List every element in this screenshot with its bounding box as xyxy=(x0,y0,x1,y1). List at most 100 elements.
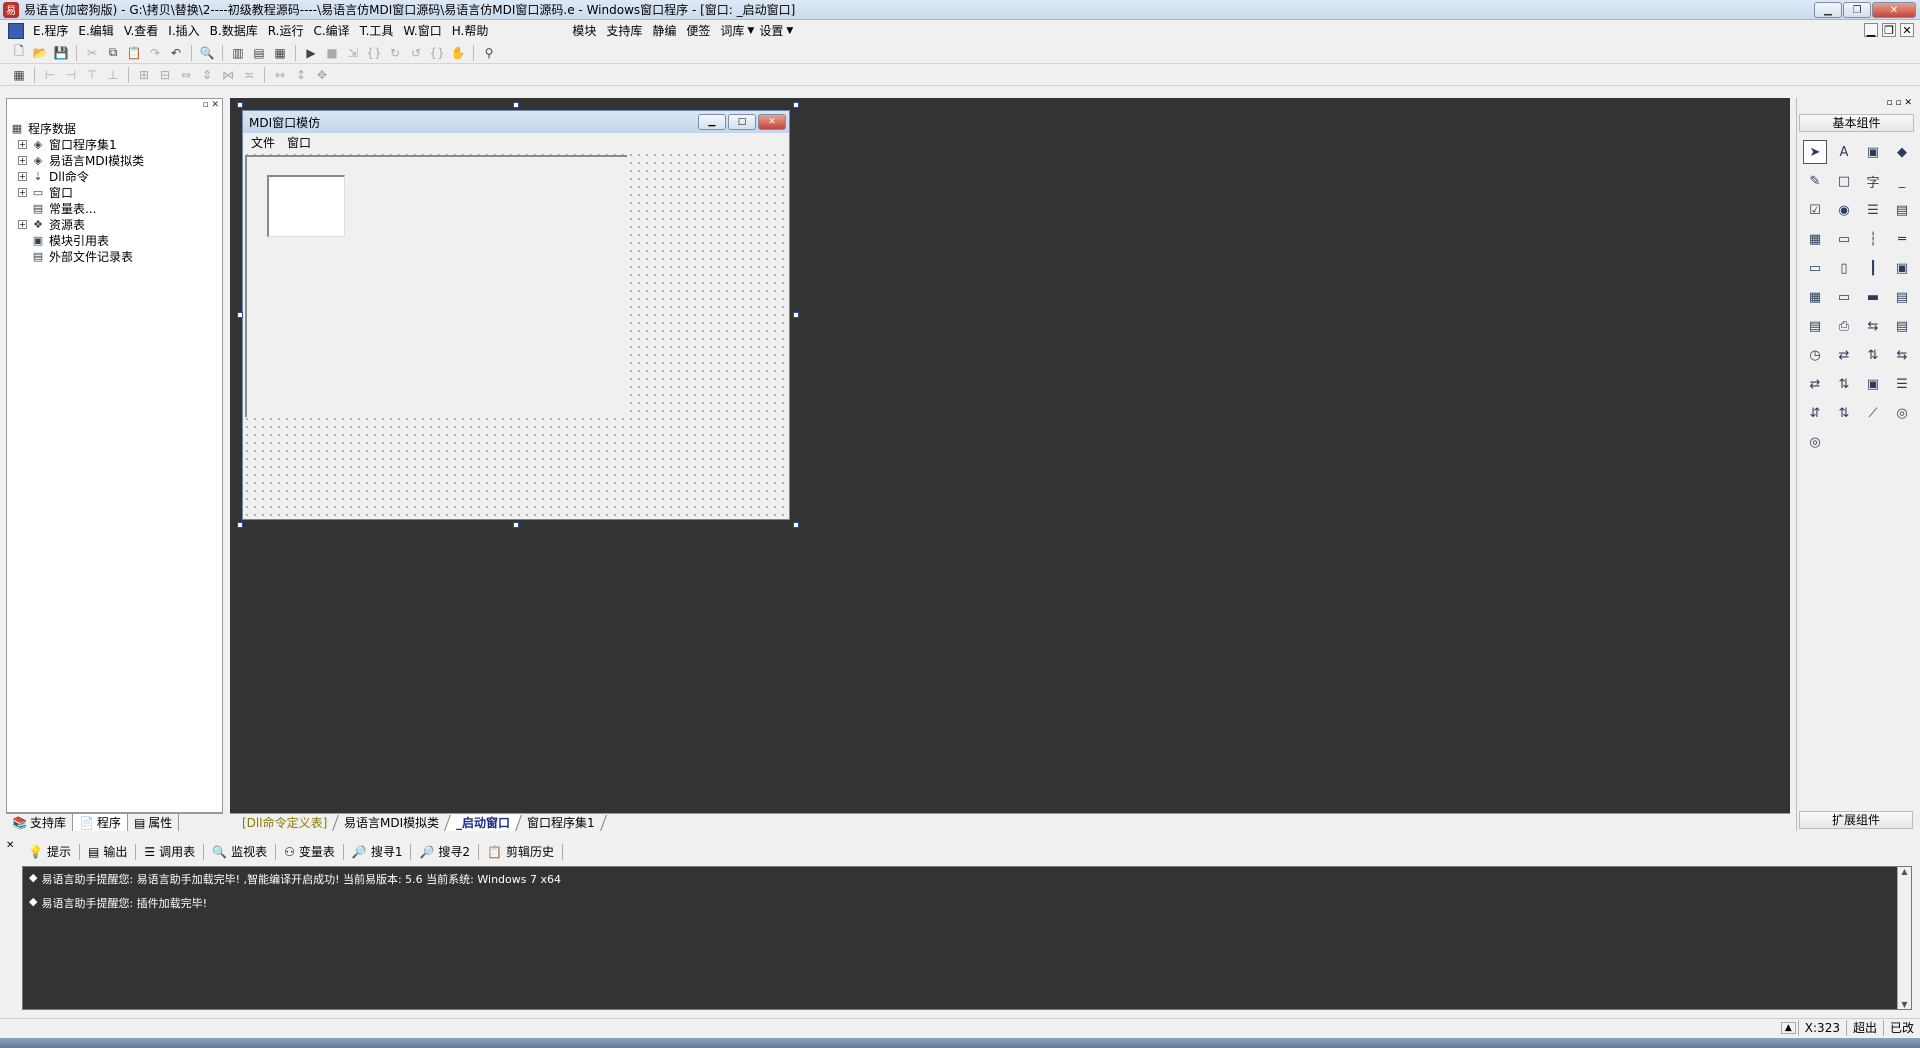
resize-handle[interactable] xyxy=(237,522,243,528)
restore-button[interactable]: ❐ xyxy=(1843,2,1871,18)
resize-handle[interactable] xyxy=(513,102,519,108)
basic-components-header[interactable]: 基本组件 xyxy=(1799,114,1914,132)
component-panel-controls[interactable]: ▫ ▫ ✕ xyxy=(1797,98,1916,110)
form-minimize-button[interactable]: ▁ xyxy=(698,114,726,130)
combobox-icon[interactable]: ▤ xyxy=(1890,198,1914,222)
form-menu-window[interactable]: 窗口 xyxy=(287,134,311,151)
tab-program[interactable]: 📄 程序 xyxy=(72,814,128,831)
tree-expand-icon[interactable]: + xyxy=(18,187,27,197)
tree-item[interactable]: ▤ 常量表... xyxy=(10,200,144,216)
form-title-bar[interactable]: MDI窗口模仿 ▁ □ ✕ xyxy=(243,111,789,133)
cut-icon[interactable]: ✂ xyxy=(83,44,101,62)
tab-hints[interactable]: 💡 提示 xyxy=(20,844,80,860)
close-button[interactable]: ✕ xyxy=(1872,2,1916,18)
form-icon[interactable]: ▣ xyxy=(1861,372,1885,396)
space-v-icon[interactable]: ≍ xyxy=(240,66,258,84)
grid-icon[interactable]: ▦ xyxy=(1803,227,1827,251)
resize-handle[interactable] xyxy=(237,312,243,318)
menu-module[interactable]: 模块 xyxy=(567,21,601,41)
resize-handle[interactable] xyxy=(793,522,799,528)
edit-icon[interactable]: ✎ xyxy=(1803,169,1827,193)
tab-properties[interactable]: ▤ 属性 xyxy=(128,814,180,831)
minimize-button[interactable]: ▁ xyxy=(1814,2,1842,18)
calendar-icon[interactable]: ▦ xyxy=(1803,285,1827,309)
size-both-icon[interactable]: ✥ xyxy=(313,66,331,84)
scroll-up-icon[interactable]: ▲ xyxy=(1901,867,1907,876)
menu-compile[interactable]: C.编译 xyxy=(308,21,354,41)
tab-search1[interactable]: 🔎 搜寻1 xyxy=(344,844,412,860)
mdi-close-icon[interactable]: ✕ xyxy=(1900,23,1914,37)
checkbox-icon[interactable]: ☑ xyxy=(1803,198,1827,222)
menu-settings[interactable]: 设置 xyxy=(754,21,788,41)
tab-clip-history[interactable]: 📋 剪辑历史 xyxy=(479,844,564,860)
output-console[interactable]: ◆ 易语言助手提醒您: 易语言助手加载完毕! ,智能编译开启成功! 当前易版本: … xyxy=(22,866,1912,1010)
doc-icon[interactable]: ▤ xyxy=(1890,285,1914,309)
menu-support-lib[interactable]: 支持库 xyxy=(601,21,647,41)
grid-toggle-icon[interactable]: ▦ xyxy=(10,66,28,84)
form-maximize-button[interactable]: □ xyxy=(728,114,756,130)
tab-call-stack[interactable]: ☰ 调用表 xyxy=(136,844,205,860)
frame-icon[interactable]: □ xyxy=(1832,169,1856,193)
tab-icon[interactable]: ▭ xyxy=(1803,256,1827,280)
client-icon[interactable]: ⇄ xyxy=(1803,372,1827,396)
step-over-icon[interactable]: {} xyxy=(365,44,383,62)
find-icon[interactable]: 🔍 xyxy=(198,44,216,62)
menu-tools[interactable]: T.工具 xyxy=(355,21,399,41)
center-v-icon[interactable]: ⊟ xyxy=(156,66,174,84)
menu-static-compile[interactable]: 静编 xyxy=(647,21,681,41)
align-right-icon[interactable]: ⊣ xyxy=(62,66,80,84)
panel-icon[interactable]: ▯ xyxy=(1832,256,1856,280)
center-h-icon[interactable]: ⊞ xyxy=(135,66,153,84)
slider-icon[interactable]: ┃ xyxy=(1861,256,1885,280)
binoculars-icon[interactable]: ⚲ xyxy=(480,44,498,62)
tab-startup-window[interactable]: _启动窗口 xyxy=(445,814,523,831)
menu-help[interactable]: H.帮助 xyxy=(447,21,494,41)
tree-item[interactable]: ▤ 外部文件记录表 xyxy=(10,248,144,264)
menu-database[interactable]: B.数据库 xyxy=(205,21,263,41)
step-out-icon[interactable]: ↻ xyxy=(386,44,404,62)
tab-output[interactable]: ▤ 输出 xyxy=(80,844,137,860)
transfer-icon[interactable]: ⇄ xyxy=(1832,343,1856,367)
layout2-icon[interactable]: ▤ xyxy=(250,44,268,62)
resize-handle[interactable] xyxy=(513,522,519,528)
step-into-icon[interactable]: ⇲ xyxy=(344,44,362,62)
listbox-icon[interactable]: ☰ xyxy=(1861,198,1885,222)
run-icon[interactable]: ▶ xyxy=(302,44,320,62)
pointer-icon[interactable]: ➤ xyxy=(1803,140,1827,164)
data-icon[interactable]: ⇵ xyxy=(1803,401,1827,425)
radio-icon[interactable]: ◉ xyxy=(1832,198,1856,222)
button-icon[interactable]: ▭ xyxy=(1832,285,1856,309)
layout1-icon[interactable]: ▥ xyxy=(229,44,247,62)
project-panel-controls[interactable]: ▫ ✕ xyxy=(6,100,223,112)
menu-lexicon[interactable]: 词库 xyxy=(715,21,749,41)
tree-expand-icon[interactable]: + xyxy=(18,171,27,181)
tree-item[interactable]: ▣ 模块引用表 xyxy=(10,232,144,248)
menu-view[interactable]: V.查看 xyxy=(119,21,163,41)
form-close-button[interactable]: ✕ xyxy=(758,114,786,130)
settings-dropdown-icon[interactable]: ▼ xyxy=(786,26,793,36)
statusbar-icon[interactable]: ▤ xyxy=(1890,314,1914,338)
folder-icon[interactable]: ▬ xyxy=(1861,285,1885,309)
label-icon[interactable]: A xyxy=(1832,140,1856,164)
tree-item[interactable]: + ▭ 窗口 xyxy=(10,184,144,200)
server-icon[interactable]: ⇅ xyxy=(1832,372,1856,396)
undo-icon[interactable]: ↶ xyxy=(167,44,185,62)
menu-logo-icon[interactable] xyxy=(8,23,24,39)
same-height-icon[interactable]: ⇕ xyxy=(198,66,216,84)
odbc2-icon[interactable]: ◎ xyxy=(1803,430,1827,454)
output-scrollbar[interactable]: ▲ ▼ xyxy=(1897,867,1911,1009)
resize-handle[interactable] xyxy=(237,102,243,108)
menu-program[interactable]: E.程序 xyxy=(28,21,73,41)
tab-support-lib[interactable]: 📚 支持库 xyxy=(6,814,73,831)
output-close-icon[interactable]: ✕ xyxy=(6,840,14,851)
new-file-icon[interactable]: 🗋 xyxy=(10,44,28,62)
form-designer-window[interactable]: MDI窗口模仿 ▁ □ ✕ 文件 窗口 xyxy=(242,110,790,520)
tab-mdi-class[interactable]: 易语言MDI模拟类 xyxy=(333,814,452,831)
tree-item[interactable]: + ⇣ Dll命令 xyxy=(10,168,144,184)
form-menu-file[interactable]: 文件 xyxy=(251,134,275,151)
redo-icon[interactable]: ↷ xyxy=(146,44,164,62)
lexicon-dropdown-icon[interactable]: ▼ xyxy=(747,26,754,36)
tree-item[interactable]: + ❖ 资源表 xyxy=(10,216,144,232)
app-icon[interactable]: 易 xyxy=(3,1,19,18)
vscroll-icon[interactable]: ┆ xyxy=(1861,227,1885,251)
